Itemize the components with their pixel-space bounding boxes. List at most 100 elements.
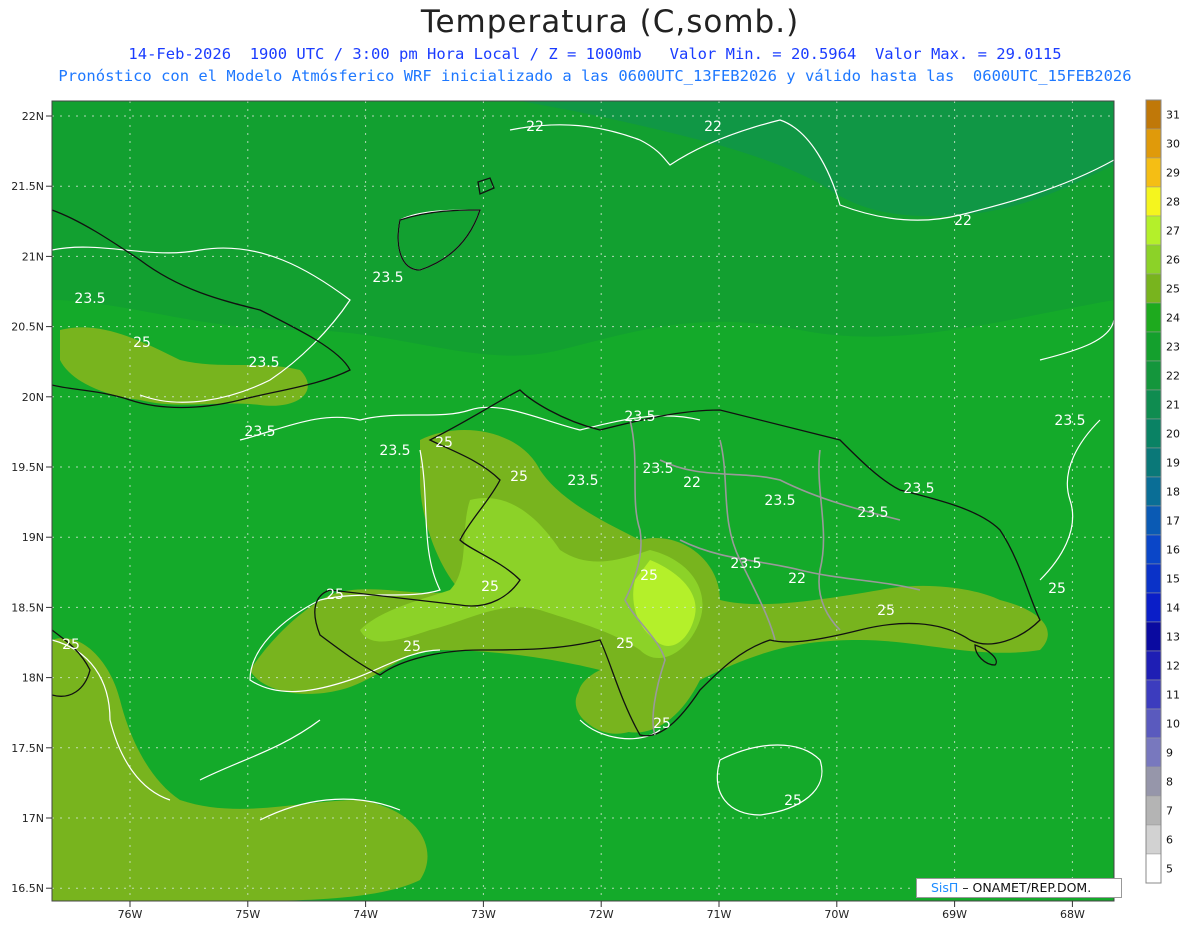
contour-label: 25 [653, 716, 671, 732]
colorbar-tick-label: 9 [1166, 747, 1173, 760]
colorbar-swatch [1145, 708, 1162, 739]
colorbar-tick-label: 15 [1166, 573, 1180, 586]
contour-label: 23.5 [74, 291, 105, 307]
lon-tick-label: 75W [235, 908, 260, 921]
colorbar-swatch [1145, 592, 1162, 623]
colorbar-swatch [1145, 853, 1162, 884]
lat-tick-label: 21.5N [11, 180, 44, 193]
lat-tick-label: 19.5N [11, 461, 44, 474]
lon-tick-label: 69W [942, 908, 967, 921]
lat-tick-label: 16.5N [11, 882, 44, 895]
lon-tick-label: 71W [707, 908, 732, 921]
colorbar-swatch [1145, 563, 1162, 594]
colorbar-tick-label: 31 [1166, 109, 1180, 122]
contour-label: 23.5 [1054, 413, 1085, 429]
colorbar-swatch [1145, 476, 1162, 507]
lat-tick-label: 17.5N [11, 742, 44, 755]
contour-label: 23.5 [248, 355, 279, 371]
contour-label: 23.5 [567, 473, 598, 489]
credit-text: – ONAMET/REP.DOM. [962, 880, 1092, 895]
colorbar-tick-label: 22 [1166, 370, 1180, 383]
temperature-colorbar: 31 30 29 28 27 26 25 24 23 22 21 20 19 18 17 16 15 14 13 12… [1145, 99, 1180, 884]
colorbar-swatch [1145, 505, 1162, 536]
lat-tick-label: 21N [22, 250, 44, 263]
contour-label: 25 [435, 435, 453, 451]
colorbar-tick-label: 12 [1166, 660, 1180, 673]
colorbar-swatch [1145, 679, 1162, 710]
colorbar-tick-label: 14 [1166, 602, 1180, 615]
credit-box: SisΠ – ONAMET/REP.DOM. [916, 878, 1122, 898]
colorbar-swatch [1145, 389, 1162, 420]
colorbar-tick-label: 16 [1166, 544, 1180, 557]
colorbar-swatch [1145, 534, 1162, 565]
lon-tick-label: 73W [471, 908, 496, 921]
colorbar-tick-label: 20 [1166, 428, 1180, 441]
sispi-brand: SisΠ [931, 880, 959, 895]
colorbar-tick-label: 24 [1166, 312, 1180, 325]
colorbar-tick-label: 18 [1166, 486, 1180, 499]
colorbar-tick-label: 8 [1166, 776, 1173, 789]
contour-label: 25 [510, 469, 528, 485]
contour-label: 25 [640, 568, 658, 584]
colorbar-swatch [1145, 186, 1162, 217]
contour-label: 23.5 [642, 461, 673, 477]
colorbar-swatch [1145, 447, 1162, 478]
contour-label: 25 [1048, 581, 1066, 597]
colorbar-tick-label: 5 [1166, 863, 1173, 876]
colorbar-tick-label: 23 [1166, 341, 1180, 354]
temperature-map: 22 22 22 22 22 23.5 23.5 23.5 23.5 23.5 23.5 23.5 23… [11, 99, 1180, 921]
colorbar-tick-label: 6 [1166, 834, 1173, 847]
contour-label: 23.5 [903, 481, 934, 497]
contour-label: 23.5 [624, 409, 655, 425]
colorbar-swatch [1145, 244, 1162, 275]
map-plot-area: 22 22 22 22 22 23.5 23.5 23.5 23.5 23.5 23.5 23.5 23… [52, 101, 1114, 901]
colorbar-swatch [1145, 766, 1162, 797]
colorbar-swatch [1145, 418, 1162, 449]
colorbar-tick-label: 26 [1166, 254, 1180, 267]
lon-tick-label: 76W [118, 908, 143, 921]
colorbar-swatch [1145, 824, 1162, 855]
contour-label: 25 [403, 639, 421, 655]
contour-label: 22 [683, 475, 701, 491]
colorbar-swatch [1145, 128, 1162, 159]
colorbar-tick-label: 30 [1166, 138, 1180, 151]
colorbar-swatch [1145, 99, 1162, 130]
lat-tick-label: 17N [22, 812, 44, 825]
lon-tick-label: 72W [589, 908, 614, 921]
colorbar-tick-label: 11 [1166, 689, 1180, 702]
colorbar-swatch [1145, 650, 1162, 681]
colorbar-swatch [1145, 360, 1162, 391]
contour-label: 25 [784, 793, 802, 809]
lat-tick-label: 18.5N [11, 601, 44, 614]
lat-tick-label: 20N [22, 391, 44, 404]
colorbar-swatch [1145, 215, 1162, 246]
contour-label: 25 [133, 335, 151, 351]
lat-tick-label: 20.5N [11, 321, 44, 334]
colorbar-swatch [1145, 621, 1162, 652]
latitude-axis: 22N 21.5N 21N 20.5N 20N 19.5N 19N 18.5N 18N 17.5N… [11, 110, 52, 895]
colorbar-tick-label: 27 [1166, 225, 1180, 238]
colorbar-tick-label: 21 [1166, 399, 1180, 412]
lat-tick-label: 19N [22, 531, 44, 544]
lon-tick-label: 68W [1060, 908, 1085, 921]
colorbar-tick-label: 25 [1166, 283, 1180, 296]
colorbar-tick-label: 19 [1166, 457, 1180, 470]
contour-label: 23.5 [730, 556, 761, 572]
contour-label: 23.5 [379, 443, 410, 459]
colorbar-swatch [1145, 157, 1162, 188]
contour-label: 22 [526, 119, 544, 135]
lat-tick-label: 18N [22, 672, 44, 685]
lon-tick-label: 70W [824, 908, 849, 921]
contour-label: 25 [326, 587, 344, 603]
colorbar-tick-label: 13 [1166, 631, 1180, 644]
colorbar-tick-label: 17 [1166, 515, 1180, 528]
colorbar-swatch [1145, 737, 1162, 768]
contour-label: 22 [954, 213, 972, 229]
contour-label: 25 [877, 603, 895, 619]
contour-label: 25 [62, 637, 80, 653]
colorbar-tick-label: 28 [1166, 196, 1180, 209]
contour-label: 23.5 [372, 270, 403, 286]
contour-label: 23.5 [764, 493, 795, 509]
contour-label: 22 [704, 119, 722, 135]
longitude-axis: 76W 75W 74W 73W 72W 71W 70W 69W 68W [118, 901, 1085, 921]
